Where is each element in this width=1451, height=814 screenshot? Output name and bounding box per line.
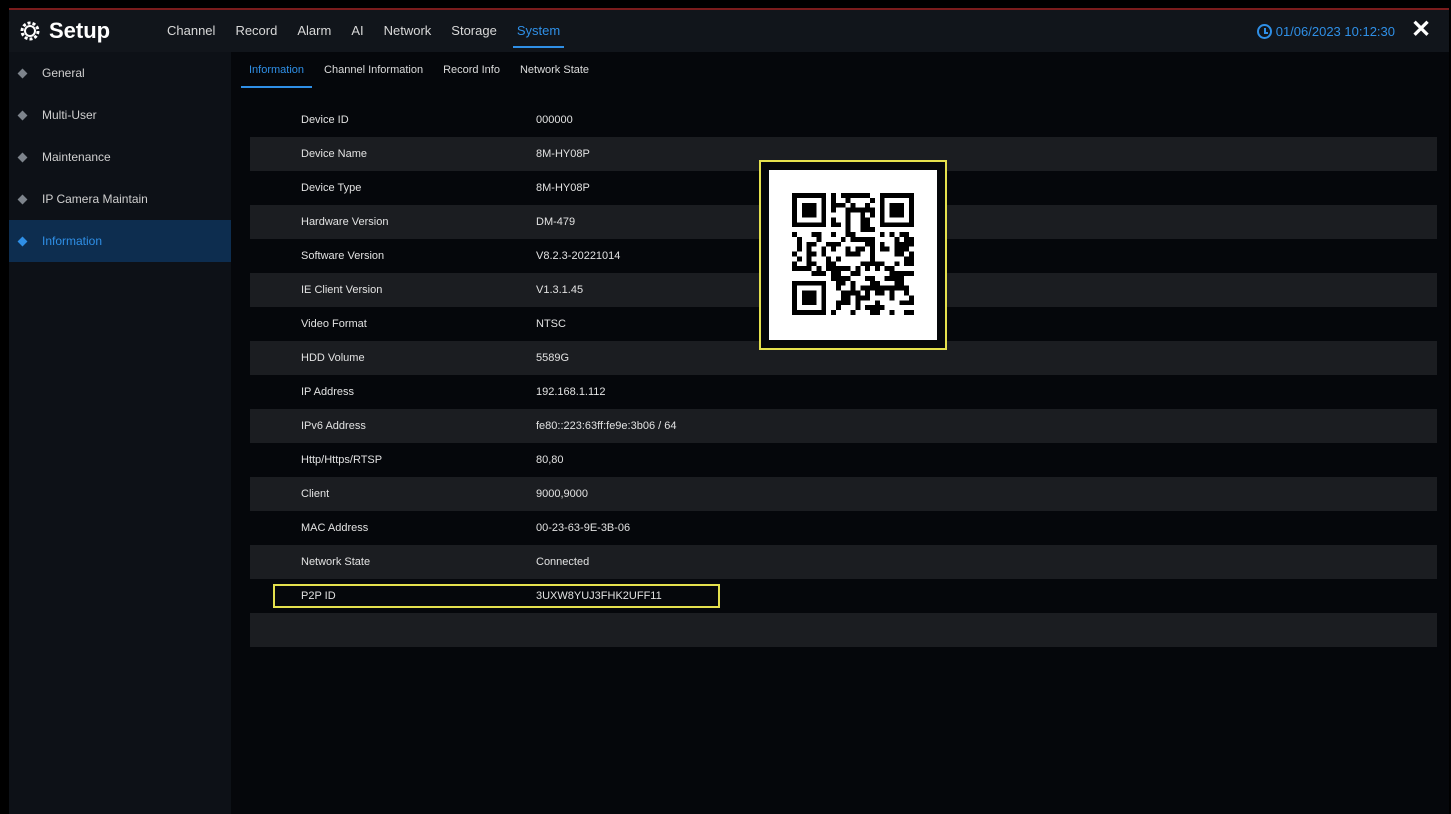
info-value: 000000 (536, 114, 573, 126)
info-row: Http/Https/RTSP 80,80 (250, 443, 1437, 477)
top-nav: Channel Record Alarm AI Network Storage … (167, 10, 580, 52)
bullet-icon (17, 152, 28, 162)
info-value: NTSC (536, 318, 566, 330)
info-row: MAC Address 00-23-63-9E-3B-06 (250, 511, 1437, 545)
info-label: Http/Https/RTSP (301, 454, 383, 466)
bullet-icon (17, 110, 28, 120)
info-row: IP Address 192.168.1.112 (250, 375, 1437, 409)
nav-storage[interactable]: Storage (451, 10, 497, 52)
nav-system[interactable]: System (512, 10, 565, 52)
info-row-empty (250, 613, 1437, 647)
clock-icon (1256, 23, 1272, 39)
info-row: IPv6 Address fe80::223:63ff:fe9e:3b06 / 6… (250, 409, 1437, 443)
tab-channel-information[interactable]: Channel Information (324, 52, 423, 92)
datetime-display: 01/06/2023 10:12:30 (1256, 10, 1395, 52)
app-title: Setup (49, 18, 111, 43)
sidebar-item-general[interactable]: General (9, 52, 231, 94)
sidebar-item-label: General (42, 66, 85, 80)
info-value: 192.168.1.112 (536, 386, 606, 398)
sidebar-item-label: IP Camera Maintain (42, 192, 148, 206)
qr-code-icon (769, 170, 937, 340)
app-window: Setup Channel Record Alarm AI Network St… (9, 8, 1449, 814)
sidebar-item-maintenance[interactable]: Maintenance (9, 136, 231, 178)
nav-record[interactable]: Record (235, 10, 277, 52)
nav-network[interactable]: Network (384, 10, 432, 52)
datetime-text: 01/06/2023 10:12:30 (1275, 23, 1395, 39)
tab-record-info[interactable]: Record Info (443, 52, 500, 92)
info-value: DM-479 (536, 216, 576, 228)
sidebar-item-information[interactable]: Information (9, 220, 231, 262)
qr-highlight-box (759, 160, 947, 350)
info-label: Hardware Version (301, 216, 389, 228)
info-value: 80,80 (536, 454, 564, 466)
info-label: HDD Volume (301, 352, 365, 364)
info-value: fe80::223:63ff:fe9e:3b06 / 64 (536, 420, 677, 432)
nav-ai[interactable]: AI (351, 10, 363, 52)
p2p-highlight-box (273, 584, 720, 608)
close-icon[interactable]: ✕ (1407, 16, 1435, 44)
sidebar-item-label: Multi-User (42, 108, 97, 122)
info-label: Client (301, 488, 330, 500)
info-value: 5589G (536, 352, 570, 364)
sidebar-item-ip-camera-maintain[interactable]: IP Camera Maintain (9, 178, 231, 220)
info-label: Video Format (301, 318, 367, 330)
info-label: IE Client Version (301, 284, 383, 296)
info-value: 8M-HY08P (536, 182, 590, 194)
info-label: IPv6 Address (301, 420, 366, 432)
info-label: IP Address (301, 386, 354, 398)
bullet-icon (17, 194, 28, 204)
nav-channel[interactable]: Channel (167, 10, 215, 52)
info-value: 8M-HY08P (536, 148, 590, 160)
info-label: Device Name (301, 148, 368, 160)
info-row: Device ID 000000 (250, 103, 1437, 137)
info-label: MAC Address (301, 522, 369, 534)
info-row: Network State Connected (250, 545, 1437, 579)
sidebar-item-label: Maintenance (42, 150, 111, 164)
bullet-icon (17, 236, 28, 246)
info-value: V8.2.3-20221014 (536, 250, 621, 262)
info-label: Software Version (301, 250, 385, 262)
brand: Setup (19, 17, 110, 45)
info-value: 00-23-63-9E-3B-06 (536, 522, 631, 534)
nav-alarm[interactable]: Alarm (297, 10, 331, 52)
info-label: Device ID (301, 114, 349, 126)
sidebar-item-multi-user[interactable]: Multi-User (9, 94, 231, 136)
sub-tabs: Information Channel Information Record I… (240, 52, 609, 92)
info-value: 9000,9000 (536, 488, 588, 500)
tab-information[interactable]: Information (240, 52, 313, 92)
info-value: Connected (536, 556, 590, 568)
info-label: Device Type (301, 182, 362, 194)
tab-network-state[interactable]: Network State (520, 52, 589, 92)
bullet-icon (17, 68, 28, 78)
info-value: V1.3.1.45 (536, 284, 584, 296)
sidebar-item-label: Information (42, 234, 103, 248)
info-row: Client 9000,9000 (250, 477, 1437, 511)
sidebar: General Multi-User Maintenance IP Camera… (9, 52, 231, 814)
info-label: Network State (301, 556, 371, 568)
gear-icon (19, 20, 41, 42)
top-bar: Setup Channel Record Alarm AI Network St… (9, 10, 1449, 52)
